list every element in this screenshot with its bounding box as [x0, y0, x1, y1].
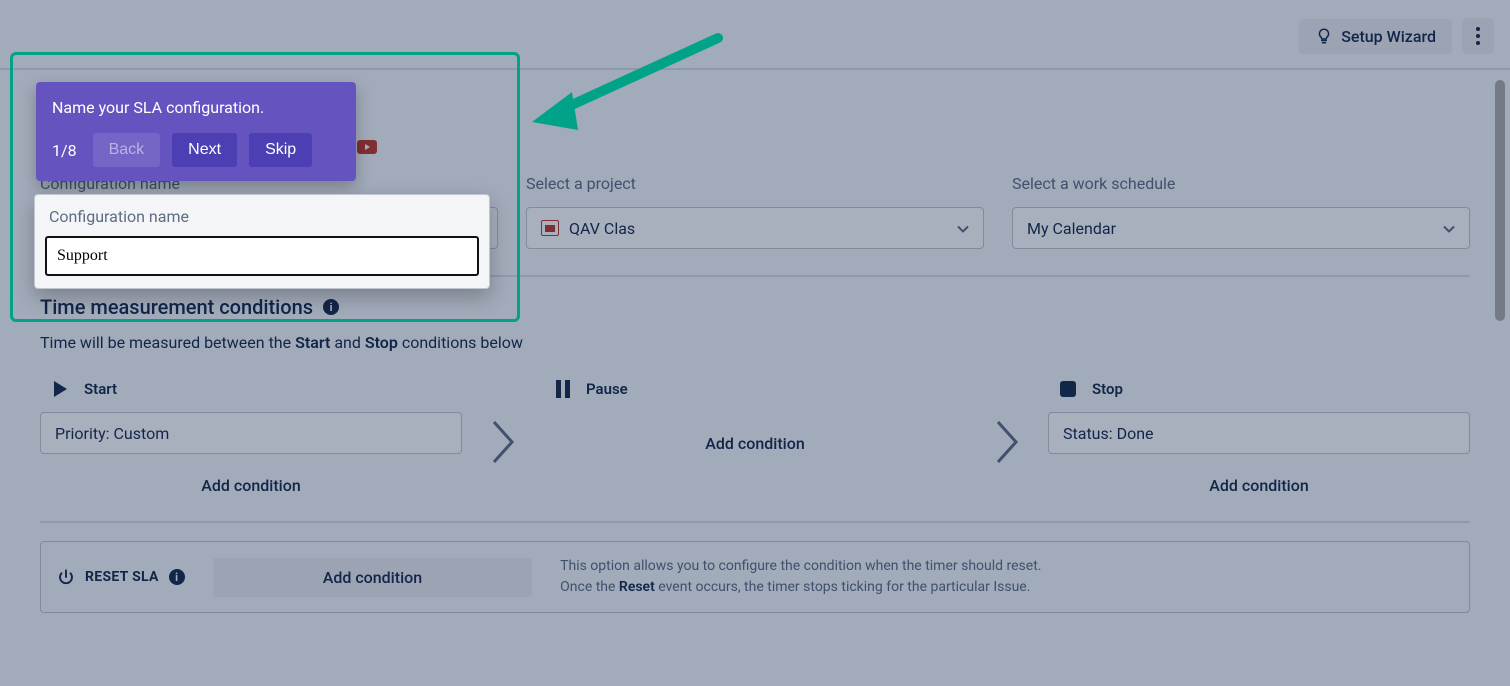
- config-name-label: Configuration name: [49, 207, 475, 226]
- tour-tooltip: Name your SLA configuration. 1/8 Back Ne…: [36, 82, 356, 181]
- tour-message: Name your SLA configuration.: [52, 98, 340, 117]
- tour-back-button[interactable]: Back: [93, 133, 161, 167]
- config-name-input[interactable]: [45, 236, 479, 276]
- tour-next-button[interactable]: Next: [172, 133, 237, 167]
- annotation-arrow-icon: [528, 32, 728, 146]
- tour-skip-button[interactable]: Skip: [249, 133, 312, 167]
- vertical-scrollbar[interactable]: [1492, 80, 1508, 682]
- config-name-card: Configuration name: [34, 194, 490, 289]
- page-root: Setup Wizard Configuration name Select a…: [0, 0, 1510, 686]
- tour-step-indicator: 1/8: [52, 141, 77, 160]
- scrollbar-thumb[interactable]: [1495, 80, 1505, 321]
